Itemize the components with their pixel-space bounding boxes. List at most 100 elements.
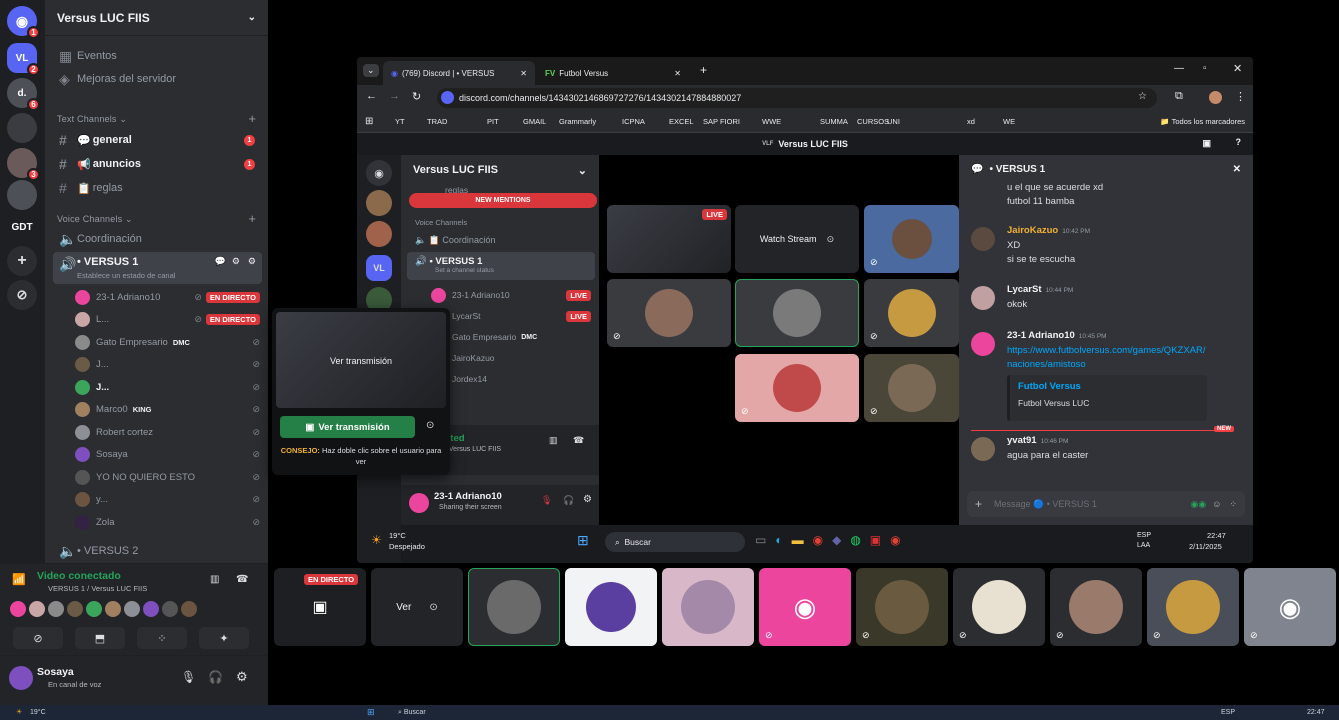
settings-icon[interactable]: ⚙ (248, 256, 256, 267)
strip-user-tile[interactable]: ◉ ⊘ (1244, 568, 1336, 646)
start-icon[interactable]: ⊞ (367, 707, 375, 718)
server-header[interactable]: Versus LUC FIIS ⌄ (45, 0, 268, 36)
voice-channel-coordinacion[interactable]: 🔈 Coordinación (53, 228, 262, 250)
voice-user[interactable]: y... ⊘ (75, 490, 260, 510)
user-tile[interactable]: ⊘ (864, 354, 959, 422)
activity-icon[interactable]: ⚙ (232, 256, 240, 267)
folder-icon[interactable]: ▬ (792, 533, 804, 547)
apps-icon[interactable]: ⊞ (365, 116, 373, 127)
menu-icon[interactable]: ⋮ (1235, 90, 1246, 103)
app-icon[interactable]: ▣ (870, 533, 881, 547)
inner-server-icon[interactable] (366, 221, 392, 247)
inner-voice-user[interactable]: JairoKazuo (431, 349, 591, 367)
bookmark-item[interactable]: UNI (887, 117, 900, 126)
inner-home-icon[interactable]: ◉ (366, 160, 392, 186)
add-voice-channel-icon[interactable]: + (248, 211, 256, 226)
message-text[interactable]: https://www.futbolversus.com/games/QKZXA… (1007, 344, 1241, 358)
bookmark-item[interactable]: PIT (487, 117, 499, 126)
message-author[interactable]: yvat91 (1007, 435, 1037, 446)
site-info-icon[interactable] (441, 91, 454, 104)
bookmark-item[interactable]: WE (1003, 117, 1015, 126)
start-icon[interactable]: ⊞ (577, 532, 589, 549)
watch-stream-button[interactable]: ▣ Ver transmisión (280, 416, 415, 438)
bookmark-item[interactable]: SUMMA (820, 117, 848, 126)
inner-voice-user[interactable]: Gato Empresario DMC (431, 328, 591, 346)
add-channel-icon[interactable]: + (248, 111, 256, 126)
message-author[interactable]: JairoKazuo (1007, 225, 1058, 236)
channel-reglas[interactable]: # 📋 reglas (53, 177, 262, 199)
bookmark-item[interactable]: SAP FIORI (703, 117, 740, 126)
stream-tile-adriano[interactable]: LIVE (607, 205, 731, 273)
voice-user[interactable]: J... ⊘ (75, 355, 260, 375)
message-avatar[interactable] (971, 437, 995, 461)
user-tile[interactable]: ⊘ (735, 354, 859, 422)
server-icon-d[interactable]: d. 6 (7, 78, 40, 111)
server-icon-5[interactable] (7, 180, 37, 210)
apps-icon[interactable]: ⁘ (1229, 499, 1237, 510)
edge-icon[interactable]: ◐ (775, 533, 782, 547)
inner-search-box[interactable]: ⌕ Buscar (605, 532, 745, 552)
back-icon[interactable]: ← (366, 90, 377, 102)
voice-channel-versus1[interactable]: 🔊 • VERSUS 1 💬 ⚙ ⚙ Establece un estado d… (53, 252, 262, 284)
voice-user[interactable]: J... ⊘ (75, 377, 260, 397)
user-tile[interactable]: ⊘ (607, 279, 731, 347)
strip-stream-tile[interactable]: EN DIRECTO ▣ (274, 568, 366, 646)
channel-general[interactable]: # 💬 general 1 (53, 129, 262, 151)
tab-list-icon[interactable]: ⌄ (363, 64, 379, 77)
settings-icon[interactable]: ⚙ (583, 494, 592, 505)
strip-user-tile[interactable] (468, 568, 560, 646)
participant-avatar[interactable] (143, 601, 159, 617)
attach-icon[interactable]: + (975, 497, 982, 511)
help-icon[interactable]: ? (1236, 137, 1242, 147)
voice-user[interactable]: Marco0 KING ⊘ (75, 400, 260, 420)
watch-stream-tile[interactable]: Watch Stream ⊙ (735, 205, 859, 273)
emoji-icon[interactable]: ☺ (1212, 499, 1221, 509)
voice-channels-category[interactable]: Voice Channels ⌄ (57, 214, 133, 225)
all-bookmarks-link[interactable]: 📁 Todos los marcadores (1160, 117, 1245, 126)
user-tile[interactable]: ⊘ (864, 279, 959, 347)
url-input[interactable]: discord.com/channels/1434302146869727276… (437, 88, 1157, 108)
voice-status[interactable]: Video conectado (37, 570, 121, 582)
user-avatar[interactable] (9, 666, 33, 690)
popout-icon[interactable]: ⊙ (429, 602, 437, 613)
strip-user-tile[interactable]: ⊘ (1147, 568, 1239, 646)
inner-server-header[interactable]: Versus LUC FIIS ⌄ (401, 155, 599, 185)
disconnect-icon[interactable]: ☎ (573, 435, 584, 446)
mic-muted-icon[interactable]: 🎙 (541, 495, 552, 506)
forward-icon[interactable]: → (389, 90, 400, 102)
discover-icon[interactable]: ⊘ (7, 280, 37, 310)
user-name[interactable]: Sosaya (37, 666, 74, 678)
inner-server-icon[interactable] (366, 190, 392, 216)
soundboard-button[interactable]: ✦ (199, 627, 249, 649)
voice-user[interactable]: 23-1 Adriano10 ⊘ EN DIRECTO (75, 287, 260, 307)
server-icon-vl[interactable]: VL 2 (7, 43, 40, 76)
headphones-icon[interactable]: 🎧 (563, 495, 574, 506)
close-tab-icon[interactable]: ✕ (674, 69, 681, 78)
inner-coordinacion[interactable]: 🔈 📋 Coordinación (415, 235, 495, 246)
server-boosts-link[interactable]: ◈ Mejoras del servidor (53, 68, 262, 90)
server-icon-3[interactable] (7, 113, 37, 143)
participant-avatar[interactable] (124, 601, 140, 617)
strip-user-tile[interactable]: ⊘ (856, 568, 948, 646)
inner-voice-user[interactable]: 23-1 Adriano10 LIVE (431, 286, 591, 304)
reload-icon[interactable]: ↻ (412, 90, 421, 103)
noise-icon[interactable]: ▥ (549, 435, 558, 446)
app-icon[interactable]: ▭ (755, 533, 766, 547)
close-tab-icon[interactable]: ✕ (520, 69, 527, 78)
close-window-icon[interactable]: ✕ (1233, 62, 1242, 75)
voice-user[interactable]: Robert cortez ⊘ (75, 422, 260, 442)
browser-tab-discord[interactable]: ◉ (769) Discord | • VERSUS ✕ (383, 61, 535, 85)
participant-avatar[interactable] (48, 601, 64, 617)
new-tab-icon[interactable]: + (700, 63, 707, 77)
message-text[interactable]: naciones/amistoso (1007, 358, 1241, 372)
bookmark-item[interactable]: EXCEL (669, 117, 694, 126)
inbox-icon[interactable]: ▣ (1202, 138, 1211, 149)
voice-channel-path[interactable]: VERSUS 1 / Versus LUC FIIS (48, 584, 147, 593)
bookmark-item[interactable]: WWE (762, 117, 781, 126)
inner-server-icon-vl[interactable]: VL (366, 255, 392, 281)
inner-voice-user[interactable]: LycarSt LIVE (431, 307, 591, 325)
user-settings-icon[interactable]: ⚙ (236, 669, 248, 685)
voice-channel-versus2[interactable]: 🔈 • VERSUS 2 (53, 540, 262, 562)
participant-avatar[interactable] (86, 601, 102, 617)
camera-tile[interactable]: ⊘ (864, 205, 959, 273)
